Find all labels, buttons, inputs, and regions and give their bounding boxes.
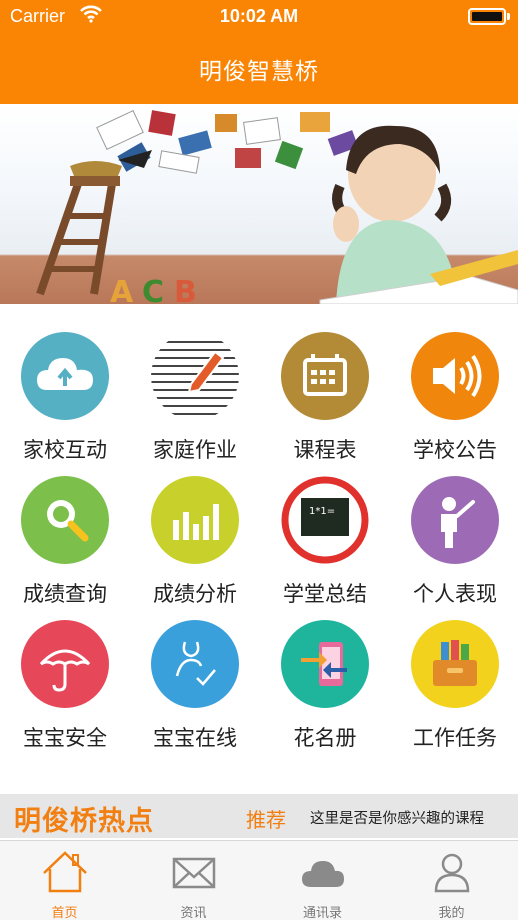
hot-topics-bar: 明俊桥热点 推荐 这里是否是你感兴趣的课程 [0,794,518,838]
user-icon [434,853,470,893]
home-icon [43,851,87,893]
svg-text:C: C [142,275,164,304]
tab-label: 通讯录 [302,906,342,920]
grid-item-label: 课程表 [293,438,357,462]
page-title: 明俊智慧桥 [199,59,319,85]
mail-icon [172,857,216,889]
pencil-lines-icon [151,332,239,420]
speaker-icon [411,332,499,420]
tab-news[interactable]: 资讯 [129,841,258,920]
umbrella-icon [21,620,109,708]
grid-item-baby-safety[interactable]: 宝宝安全 [0,606,130,750]
app-header: Carrier 10:02 AM 明俊智慧桥 [0,0,518,104]
status-time: 10:02 AM [219,6,299,26]
hot-topics-ticker[interactable]: 这里是否是你感兴趣的课程 [310,807,484,828]
grid-item-work-tasks[interactable]: 工作任务 [390,606,518,750]
grid-item-label: 宝宝在线 [153,726,237,750]
grid-item-roster[interactable]: 花名册 [260,606,390,750]
grid-item-label: 花名册 [293,726,357,750]
tab-contacts[interactable]: 通讯录 [258,841,387,920]
tab-me[interactable]: 我的 [387,841,516,920]
grid-item-label: 成绩查询 [23,582,107,606]
folder-box-icon [411,620,499,708]
svg-text:B: B [174,275,197,304]
board-text: 1*1= [309,506,335,517]
grid-item-timetable[interactable]: 课程表 [260,318,390,462]
tab-home[interactable]: 首页 [0,841,129,920]
cloud-icon [302,861,344,887]
tab-label: 首页 [51,906,78,920]
recommend-link[interactable]: 推荐 [246,804,286,833]
banner-illustration: A C B [36,110,518,304]
blackboard-icon: 1*1= [281,476,369,564]
hero-banner[interactable]: A C B [0,104,518,304]
grid-item-label: 工作任务 [413,726,497,750]
grid-item-baby-online[interactable]: 宝宝在线 [130,606,260,750]
student-icon [411,476,499,564]
grid-item-homework[interactable]: 家庭作业 [130,318,260,462]
grid-item-label: 学校公告 [413,438,497,462]
grid-item-class-summary[interactable]: 1*1= 学堂总结 [260,462,390,606]
bottom-tab-bar: 首页 资讯 通讯录 我的 [0,840,518,920]
status-bar: Carrier 10:02 AM [0,0,518,34]
bar-chart-icon [151,476,239,564]
grid-item-label: 成绩分析 [153,582,237,606]
grid-item-label: 个人表现 [413,582,497,606]
ladder-graphic [36,150,152,296]
hot-topics-title: 明俊桥热点 [14,806,154,837]
phone-transfer-icon [281,620,369,708]
cloud-upload-icon [21,332,109,420]
battery-icon [468,8,510,25]
grid-item-label: 家校互动 [23,438,107,462]
grid-item-label: 学堂总结 [283,582,367,606]
calendar-icon [281,332,369,420]
svg-text:A: A [110,275,134,304]
grid-item-performance[interactable]: 个人表现 [390,462,518,606]
magnifier-icon [21,476,109,564]
grid-item-label: 家庭作业 [153,438,237,462]
grid-item-score-query[interactable]: 成绩查询 [0,462,130,606]
girl-reading-graphic [319,125,518,304]
tab-label: 我的 [438,906,465,920]
person-check-icon [151,620,239,708]
tab-label: 资讯 [180,906,207,920]
grid-item-home-school[interactable]: 家校互动 [0,318,130,462]
grid-item-announcement[interactable]: 学校公告 [390,318,518,462]
grid-item-score-analysis[interactable]: 成绩分析 [130,462,260,606]
grid-item-label: 宝宝安全 [23,726,107,750]
